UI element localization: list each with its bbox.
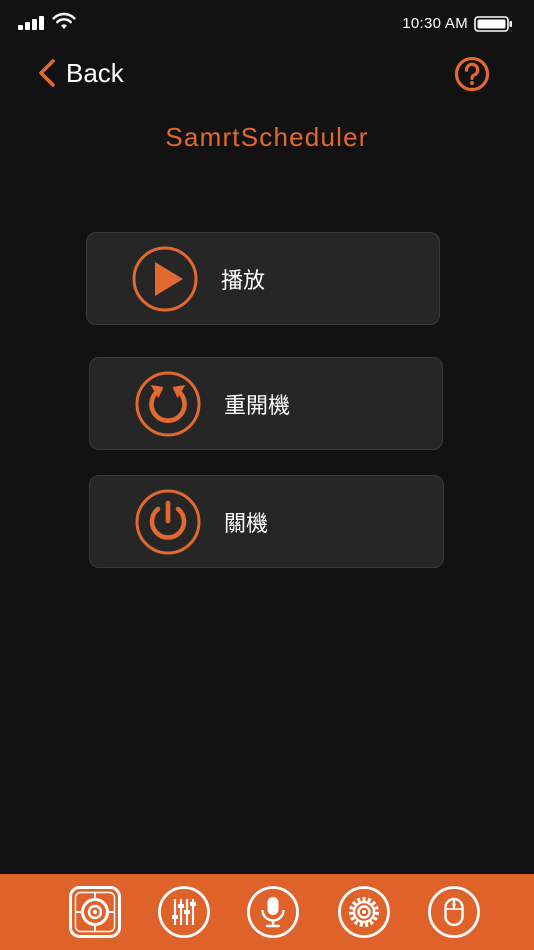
status-bar: 10:30 AM [0,0,534,48]
power-off-button[interactable]: 關機 [89,475,444,568]
chevron-left-icon [39,59,55,87]
tab-target[interactable] [68,885,122,939]
restart-label: 重開機 [224,393,291,419]
tab-microphone[interactable] [246,885,300,939]
smart-scheduler-screen: 10:30 AM Back SamrtScheduler 播放 重開機 關機 [0,0,534,950]
tab-settings[interactable] [337,885,391,939]
wifi-icon [52,12,76,29]
microphone-icon [261,897,285,928]
equalizer-sliders-icon [172,899,196,925]
play-button[interactable]: 播放 [86,232,440,325]
power-icon [135,489,201,554]
battery-icon [474,16,512,32]
back-label: Back [66,57,124,88]
tab-mouse[interactable] [427,885,481,939]
mouse-icon [444,897,464,927]
signal-strength-icon [18,16,46,30]
page-title: SamrtScheduler [165,122,369,152]
power-off-label: 關機 [224,511,269,537]
tab-equalizer[interactable] [157,885,211,939]
help-icon[interactable] [452,56,492,92]
gear-icon [349,897,379,927]
status-time: 10:30 AM [402,15,468,32]
play-label: 播放 [221,268,266,294]
bottom-tab-bar [0,874,534,950]
restart-button[interactable]: 重開機 [89,357,443,450]
restart-icon [135,371,201,436]
play-icon [132,246,198,311]
back-button[interactable]: Back [36,52,124,94]
